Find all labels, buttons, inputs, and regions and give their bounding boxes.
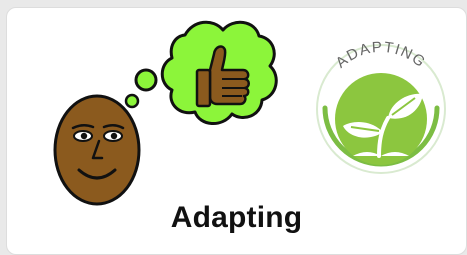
adapting-badge: ADAPTING (316, 39, 446, 174)
thinking-face-thumbs-up-icon (53, 20, 278, 206)
face-icon (53, 94, 141, 206)
card-caption: Adapting (170, 201, 303, 234)
symbol-card: ADAPTING Adapting (6, 7, 467, 255)
